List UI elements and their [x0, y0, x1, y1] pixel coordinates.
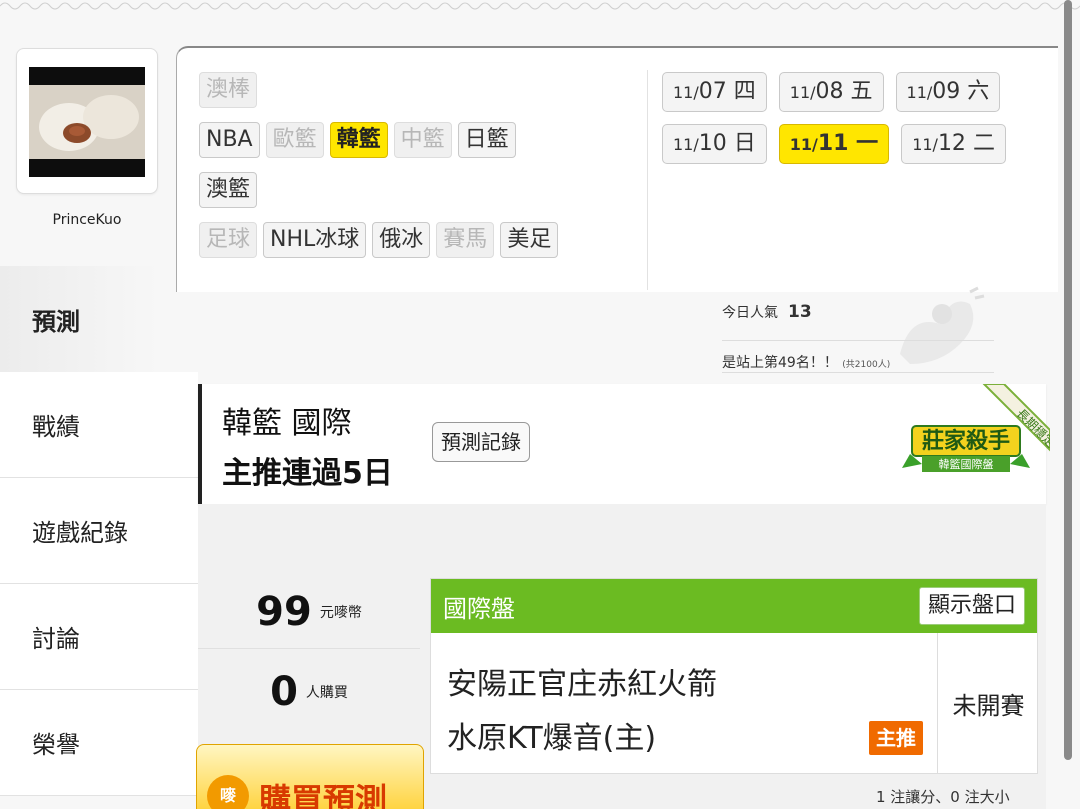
popularity-divider: [722, 340, 994, 341]
popularity-rank: 是站上第49名！！ (共2100人): [722, 355, 891, 371]
date-filter: 11/07 四 11/08 五 11/09 六 11/10 日 11/11 一 …: [662, 72, 1042, 164]
price-value: 99: [256, 589, 312, 635]
odds-header: 國際盤 顯示盤口: [431, 579, 1037, 633]
buy-prediction-label: 購買預測: [259, 781, 388, 809]
league-chip-russia-hockey[interactable]: 俄冰: [372, 222, 431, 258]
popularity-today: 今日人氣 13: [722, 302, 812, 322]
league-chip-horse-racing: 賽馬: [436, 222, 495, 258]
date-chip[interactable]: 11/12 二: [901, 124, 1006, 164]
buyers-unit: 人購買: [305, 685, 348, 701]
home-team: 水原KT爆音(主): [447, 721, 657, 756]
popularity-divider: [722, 372, 994, 373]
league-chip-soccer: 足球: [199, 222, 258, 258]
odds-panel: 國際盤 顯示盤口 安陽正官庄赤紅火箭 水原KT爆音(主) 主推 未開賽: [430, 578, 1038, 774]
prediction-header: 韓籃 國際 主推連過5日 預測記錄 長期穩定 莊家殺手 韓籃國際盤: [198, 384, 1050, 504]
price-unit: 元嘜幣: [319, 605, 362, 621]
date-chip[interactable]: 11/08 五: [778, 72, 884, 112]
mai-coin-icon: 嘜: [207, 775, 249, 809]
buy-prediction-button[interactable]: 嘜 購買預測: [196, 744, 424, 809]
prediction-record-button[interactable]: 預測記錄: [432, 422, 530, 462]
nav-item-game-log[interactable]: 遊戲紀錄: [0, 478, 198, 584]
league-chip-aus-baseball: 澳棒: [199, 72, 258, 108]
league-chip-american-football[interactable]: 美足: [500, 222, 559, 258]
match-status: 未開賽: [937, 633, 1039, 773]
match-row: 安陽正官庄赤紅火箭 水原KT爆音(主) 主推 未開賽: [431, 633, 1037, 773]
league-chip-nhl[interactable]: NHL冰球: [263, 222, 367, 258]
buyers-value: 0: [270, 669, 298, 715]
main-pick-badge: 主推: [869, 721, 923, 755]
nav-item-predict[interactable]: 預測: [0, 266, 198, 372]
avatar: [29, 67, 145, 177]
show-odds-button[interactable]: 顯示盤口: [918, 587, 1025, 625]
streak-title: 主推連過5日: [222, 456, 393, 491]
league-chip-euro-basketball: 歐籃: [265, 122, 324, 158]
mascot-watermark: [900, 286, 985, 364]
nav-item-honor[interactable]: 榮譽: [0, 690, 198, 796]
bet-summary: 1 注讓分、0 注大小: [876, 788, 1010, 806]
date-chip[interactable]: 11/09 六: [895, 72, 1001, 112]
odds-title: 國際盤: [443, 594, 515, 623]
date-chip[interactable]: 11/07 四: [662, 72, 767, 112]
away-team: 安陽正官庄赤紅火箭: [447, 667, 717, 702]
nav-item-discussion[interactable]: 討論: [0, 584, 198, 690]
stat-divider: [198, 648, 420, 649]
side-nav: 預測 戰績 遊戲紀錄 討論 榮譽: [0, 266, 198, 796]
date-chip-selected[interactable]: 11/11 一: [778, 124, 890, 164]
avatar-card[interactable]: [16, 48, 158, 194]
league-chip-japan-basketball[interactable]: 日籃: [457, 122, 516, 158]
nav-item-record[interactable]: 戰績: [0, 372, 198, 478]
bookie-killer-badge: 長期穩定 莊家殺手 韓籃國際盤: [902, 384, 1050, 472]
page-scrollbar[interactable]: [1064, 0, 1072, 760]
league-filter: 澳棒 NBA 歐籃 韓籃 中籃 日籃 澳籃 足球 NHL冰球 俄冰 賽馬 美足: [199, 72, 659, 272]
date-chip[interactable]: 11/10 日: [662, 124, 767, 164]
league-chip-china-basketball: 中籃: [393, 122, 452, 158]
filter-panel: 澳棒 NBA 歐籃 韓籃 中籃 日籃 澳籃 足球 NHL冰球 俄冰 賽馬 美足 …: [176, 46, 1058, 292]
league-chip-aus-basketball[interactable]: 澳籃: [199, 172, 258, 208]
torn-edge-decoration: [0, 2, 1080, 10]
league-title: 韓籃 國際: [222, 406, 352, 441]
league-chip-nba[interactable]: NBA: [199, 122, 260, 158]
filter-divider: [647, 70, 648, 290]
badge-main-text: 莊家殺手: [922, 428, 1010, 454]
buyers-stat: 0 人購買: [198, 652, 420, 732]
username: PrinceKuo: [52, 212, 122, 228]
badge-sub-text: 韓籃國際盤: [939, 457, 994, 471]
league-chip-korea-basketball[interactable]: 韓籃: [329, 122, 388, 158]
price-stat: 99 元嘜幣: [198, 572, 420, 652]
